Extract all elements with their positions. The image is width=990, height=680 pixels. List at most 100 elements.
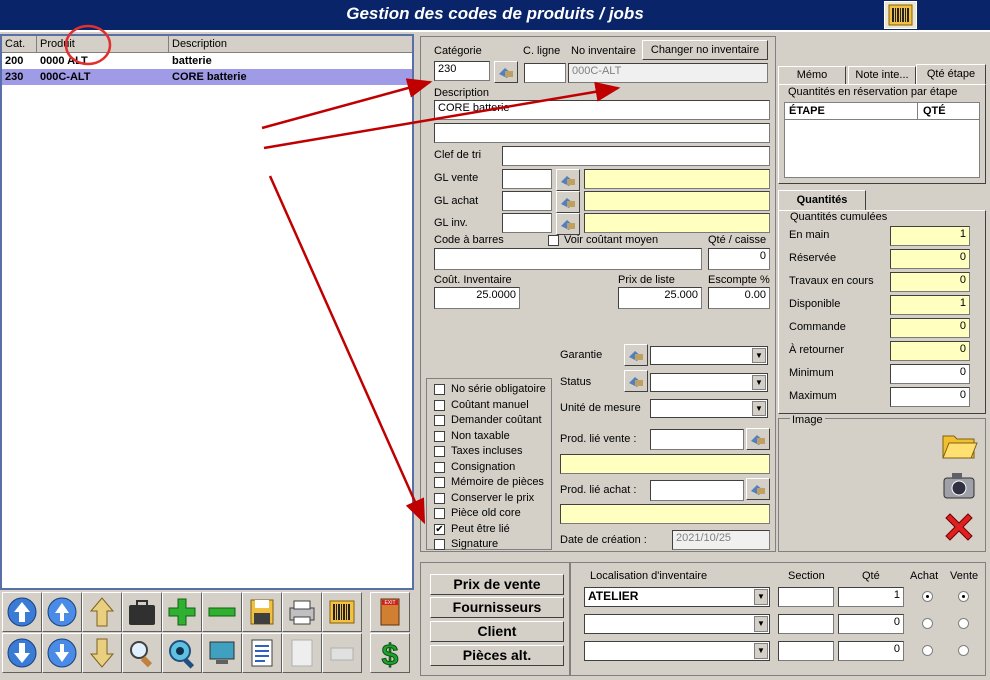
option-checkbox[interactable] [434,384,445,395]
gl-inv-lookup-icon[interactable] [556,213,580,235]
achat-radio[interactable] [922,618,933,629]
chevron-down-icon[interactable]: ▼ [754,643,768,659]
section-field[interactable] [778,641,834,661]
pieces-alt-button[interactable]: Pièces alt. [430,645,564,666]
vente-radio[interactable] [958,618,969,629]
gl-vente-lookup-icon[interactable] [556,169,580,191]
option-checkbox[interactable] [434,446,445,457]
prix-liste-field[interactable]: 25.000 [618,287,702,309]
qte-field[interactable]: 0 [838,614,904,634]
col-cat[interactable]: Cat. [5,38,25,50]
status-dropdown[interactable]: ▼ [650,373,768,392]
option-checkbox[interactable] [434,539,445,550]
open-folder-icon[interactable] [940,428,978,462]
previous-record-icon[interactable] [42,592,82,632]
chevron-down-icon[interactable]: ▼ [754,616,768,632]
col-etape[interactable]: ÉTAPE [789,105,825,117]
exit-door-icon[interactable]: EXIT [370,592,410,632]
escompte-field[interactable]: 0.00 [708,287,770,309]
first-record-icon[interactable] [2,592,42,632]
down-arrow-icon[interactable] [82,633,122,673]
quantite-value[interactable]: 0 [890,364,970,384]
unite-mesure-dropdown[interactable]: ▼ [650,399,768,418]
achat-radio[interactable] [922,591,933,602]
tab-memo[interactable]: Mémo [778,66,846,84]
qte-field[interactable]: 0 [838,641,904,661]
option-checkbox[interactable] [434,430,445,442]
briefcase-icon[interactable] [122,592,162,632]
vente-radio[interactable] [958,645,969,656]
up-arrow-icon[interactable] [82,592,122,632]
remove-icon[interactable] [202,592,242,632]
gl-inv-field[interactable] [502,213,552,233]
prix-vente-button[interactable]: Prix de vente [430,574,564,595]
chevron-down-icon[interactable]: ▼ [752,348,766,363]
option-checkbox[interactable]: ✔ [434,523,445,535]
client-button[interactable]: Client [430,621,564,642]
garantie-dropdown[interactable]: ▼ [650,346,768,365]
qte-field[interactable]: 1 [838,587,904,607]
col-qte[interactable]: QTÉ [923,105,946,117]
tab-note-interne[interactable]: Note inte... [848,66,916,84]
barcode-icon[interactable] [322,592,362,632]
gl-achat-lookup-icon[interactable] [556,191,580,213]
barcode-icon[interactable] [884,1,917,29]
monitor-icon[interactable] [202,633,242,673]
section-field[interactable] [778,587,834,607]
gl-vente-field[interactable] [502,169,552,189]
report-list-icon[interactable] [242,633,282,673]
dollar-icon[interactable]: $ [370,633,410,673]
chevron-down-icon[interactable]: ▼ [754,589,768,605]
option-checkbox[interactable] [434,477,445,488]
prod-lie-achat-field[interactable] [650,480,744,501]
option-checkbox[interactable] [434,492,445,504]
gl-achat-field[interactable] [502,191,552,211]
search-magnifier-icon[interactable] [122,633,162,673]
col-description[interactable]: Description [172,38,227,50]
achat-radio[interactable] [922,645,933,656]
search-eye-icon[interactable] [162,633,202,673]
print-icon[interactable] [282,592,322,632]
last-record-icon[interactable] [2,633,42,673]
localisation-dropdown[interactable]: ▼ [584,614,770,634]
product-list[interactable]: Cat. Produit Description 200 0000 ALT ba… [0,34,414,590]
status-lookup-icon[interactable] [624,370,648,392]
col-product[interactable]: Produit [40,38,75,50]
code-barres-field[interactable] [434,248,702,270]
chevron-down-icon[interactable]: ▼ [752,401,766,416]
categorie-lookup-icon[interactable] [494,61,518,83]
option-checkbox[interactable] [434,415,445,426]
section-field[interactable] [778,614,834,634]
prod-lie-vente-lookup-icon[interactable] [746,428,770,450]
categorie-field[interactable]: 230 [434,61,490,81]
prod-lie-vente-field[interactable] [650,429,744,450]
tab-quantites[interactable]: Quantités [778,190,866,210]
c-ligne-field[interactable] [524,63,566,83]
save-disk-icon[interactable] [242,592,282,632]
clef-tri-field[interactable] [502,146,770,166]
option-checkbox[interactable] [434,508,445,519]
reservation-table[interactable]: ÉTAPE QTÉ [784,102,980,178]
delete-image-icon[interactable] [940,508,978,546]
tab-qte-etape[interactable]: Qté étape [916,64,986,84]
list-item-selected[interactable]: 230 000C-ALT CORE batterie [2,69,412,85]
quantite-value[interactable]: 0 [890,387,970,407]
cout-inventaire-field[interactable]: 25.0000 [434,287,520,309]
description-field-2[interactable] [434,123,770,143]
localisation-dropdown[interactable]: ATELIER ▼ [584,587,770,607]
changer-inventaire-button[interactable]: Changer no inventaire [642,40,768,60]
fournisseurs-button[interactable]: Fournisseurs [430,597,564,618]
localisation-dropdown[interactable]: ▼ [584,641,770,661]
garantie-lookup-icon[interactable] [624,344,648,366]
qte-caisse-field[interactable]: 0 [708,248,770,270]
add-icon[interactable] [162,592,202,632]
prod-lie-achat-lookup-icon[interactable] [746,478,770,500]
next-record-icon[interactable] [42,633,82,673]
description-field[interactable]: CORE batterie [434,100,770,120]
option-checkbox[interactable] [434,399,445,411]
voir-cout-checkbox[interactable] [548,235,559,246]
chevron-down-icon[interactable]: ▼ [752,375,766,390]
camera-icon[interactable] [940,468,978,502]
option-checkbox[interactable] [434,461,445,473]
list-item[interactable]: 200 0000 ALT batterie [2,53,412,69]
